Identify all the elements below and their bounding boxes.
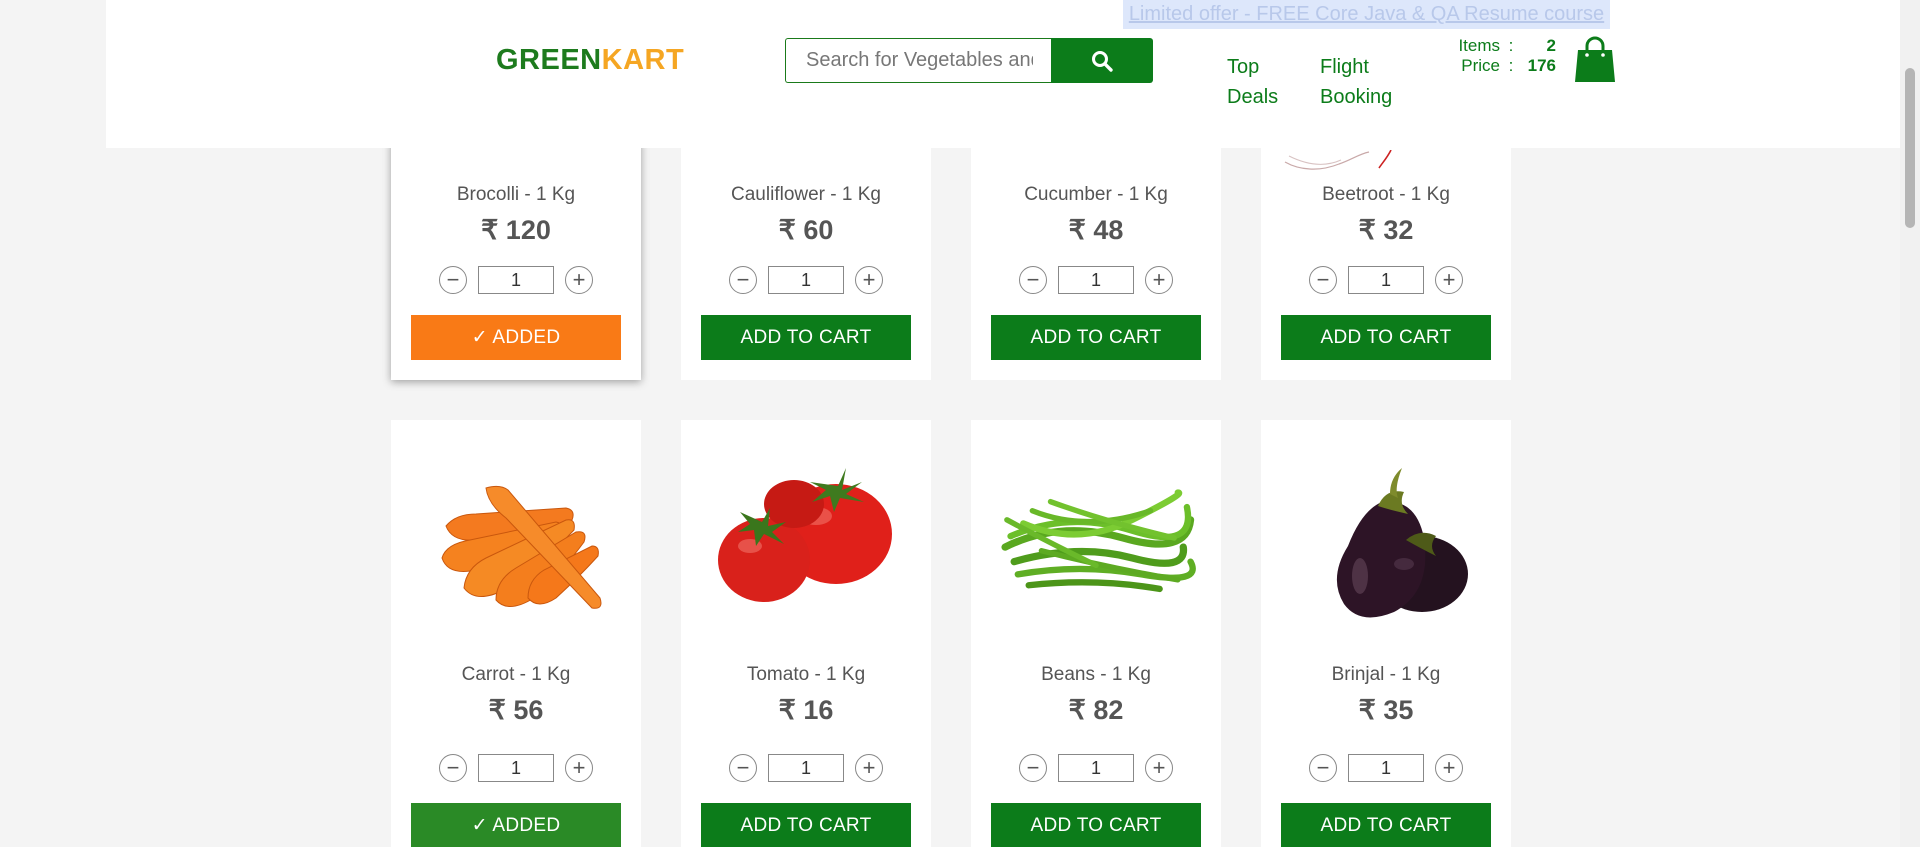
product-price: ₹ 120 — [481, 215, 551, 245]
beans-image — [1001, 489, 1196, 593]
product-image — [706, 448, 906, 628]
decrement-button[interactable]: − — [1309, 754, 1337, 782]
quantity-input[interactable] — [1348, 266, 1424, 294]
flight-booking-label-line2: Booking — [1320, 86, 1393, 108]
cart-items-count: 2 — [1546, 36, 1556, 55]
cart-summary: Items : 2 Price : 176 — [1452, 36, 1556, 76]
product-name: Tomato - 1 Kg — [746, 664, 866, 685]
product-price: ₹ 16 — [778, 695, 834, 725]
site-header: GREENKART Top Deals Flight Booking Items… — [106, 0, 1900, 148]
quantity-stepper: − + — [439, 752, 593, 784]
carrot-image — [441, 485, 602, 609]
increment-button[interactable]: + — [1435, 754, 1463, 782]
quantity-stepper: − + — [729, 264, 883, 296]
search-button[interactable] — [1051, 38, 1153, 83]
cart-items-colon: : — [1508, 36, 1514, 55]
product-card-carrot: Carrot - 1 Kg ₹ 56 − + ✓ ADDED — [391, 420, 641, 847]
product-card-brocolli: Brocolli - 1 Kg ₹ 120 − + ✓ ADDED — [391, 140, 641, 380]
decrement-button[interactable]: − — [1309, 266, 1337, 294]
quantity-stepper: − + — [1309, 264, 1463, 296]
product-card-brinjal: Brinjal - 1 Kg ₹ 35 − + ADD TO CART — [1261, 420, 1511, 847]
product-price: ₹ 82 — [1068, 695, 1124, 725]
add-to-cart-button[interactable]: ADD TO CART — [1281, 315, 1491, 360]
brand-logo[interactable]: GREENKART — [496, 44, 684, 77]
add-to-cart-button[interactable]: ADD TO CART — [991, 803, 1201, 847]
add-to-cart-button[interactable]: ADD TO CART — [991, 315, 1201, 360]
add-to-cart-button[interactable]: ADD TO CART — [1281, 803, 1491, 847]
add-to-cart-button[interactable]: ADD TO CART — [701, 803, 911, 847]
decrement-button[interactable]: − — [729, 266, 757, 294]
cart-bag-icon[interactable] — [1574, 36, 1616, 82]
increment-button[interactable]: + — [855, 754, 883, 782]
decrement-button[interactable]: − — [439, 266, 467, 294]
product-price: ₹ 35 — [1358, 695, 1414, 725]
limited-offer-link[interactable]: Limited offer - FREE Core Java & QA Resu… — [1123, 0, 1610, 29]
increment-button[interactable]: + — [1145, 754, 1173, 782]
top-deals-label-line2: Deals — [1227, 86, 1279, 108]
top-deals-label-line1: Top — [1227, 56, 1260, 78]
quantity-input[interactable] — [1348, 754, 1424, 782]
increment-button[interactable]: + — [565, 754, 593, 782]
cart-price-value: 176 — [1527, 56, 1556, 75]
product-price: ₹ 48 — [1068, 215, 1124, 245]
product-card-beans: Beans - 1 Kg ₹ 82 − + ADD TO CART — [971, 420, 1221, 847]
product-image — [416, 448, 616, 628]
product-image — [1286, 448, 1486, 628]
quantity-input[interactable] — [478, 266, 554, 294]
beetroot-root-image — [1284, 150, 1392, 170]
decrement-button[interactable]: − — [1019, 266, 1047, 294]
quantity-stepper: − + — [1309, 752, 1463, 784]
product-price: ₹ 56 — [488, 695, 544, 725]
decrement-button[interactable]: − — [439, 754, 467, 782]
quantity-input[interactable] — [768, 754, 844, 782]
product-card-beetroot: Beetroot - 1 Kg ₹ 32 − + ADD TO CART — [1261, 140, 1511, 380]
quantity-input[interactable] — [1058, 754, 1134, 782]
search-input[interactable] — [785, 38, 1053, 83]
scrollbar-thumb[interactable] — [1905, 68, 1915, 228]
product-name: Carrot - 1 Kg — [461, 664, 571, 685]
page-scrollbar[interactable] — [1900, 0, 1920, 847]
added-button[interactable]: ✓ ADDED — [411, 315, 621, 360]
quantity-stepper: − + — [439, 264, 593, 296]
increment-button[interactable]: + — [1435, 266, 1463, 294]
product-price: ₹ 32 — [1358, 215, 1414, 245]
add-to-cart-button[interactable]: ADD TO CART — [701, 315, 911, 360]
product-card-cucumber: Cucumber - 1 Kg ₹ 48 − + ADD TO CART — [971, 140, 1221, 380]
quantity-stepper: − + — [1019, 752, 1173, 784]
product-price: ₹ 60 — [778, 215, 834, 245]
added-button[interactable]: ✓ ADDED — [411, 803, 621, 847]
product-image — [996, 448, 1196, 628]
cart-items-label: Items — [1458, 36, 1500, 55]
product-name: Brinjal - 1 Kg — [1331, 664, 1441, 685]
cart-price-label: Price — [1461, 56, 1500, 75]
product-card-tomato: Tomato - 1 Kg ₹ 16 − + ADD TO CART — [681, 420, 931, 847]
quantity-stepper: − + — [729, 752, 883, 784]
product-name: Cauliflower - 1 Kg — [731, 184, 881, 205]
quantity-input[interactable] — [478, 754, 554, 782]
flight-booking-link[interactable]: Flight Booking — [1320, 52, 1392, 112]
product-name: Brocolli - 1 Kg — [456, 184, 576, 205]
product-name: Cucumber - 1 Kg — [1024, 184, 1168, 205]
decrement-button[interactable]: − — [1019, 754, 1047, 782]
increment-button[interactable]: + — [565, 266, 593, 294]
product-name: Beetroot - 1 Kg — [1322, 184, 1450, 205]
brand-logo-green-text: GREEN — [496, 44, 602, 76]
product-name: Beans - 1 Kg — [1041, 664, 1151, 685]
top-deals-link[interactable]: Top Deals — [1227, 52, 1278, 112]
search-icon — [1092, 50, 1113, 72]
decrement-button[interactable]: − — [729, 754, 757, 782]
tomato-image — [718, 468, 892, 602]
quantity-input[interactable] — [1058, 266, 1134, 294]
increment-button[interactable]: + — [1145, 266, 1173, 294]
flight-booking-label-line1: Flight — [1320, 56, 1369, 78]
cart-price-colon: : — [1508, 56, 1514, 75]
product-card-cauliflower: Cauliflower - 1 Kg ₹ 60 − + ADD TO CART — [681, 140, 931, 380]
brand-logo-orange-text: KART — [601, 44, 685, 76]
quantity-stepper: − + — [1019, 264, 1173, 296]
increment-button[interactable]: + — [855, 266, 883, 294]
brinjal-image — [1336, 468, 1468, 618]
quantity-input[interactable] — [768, 266, 844, 294]
